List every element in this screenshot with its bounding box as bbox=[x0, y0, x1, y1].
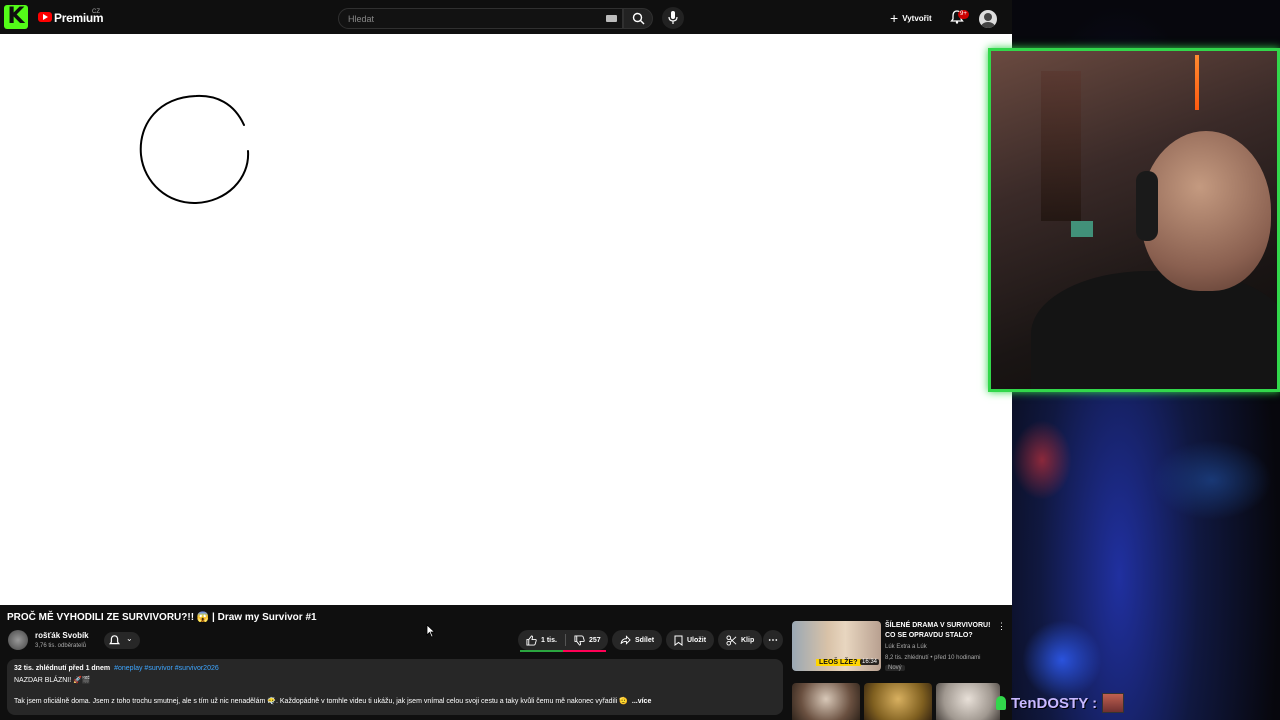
bookmark-icon bbox=[674, 635, 683, 646]
search-button[interactable] bbox=[623, 8, 653, 29]
recommended-views: 8,2 tis. zhlédnutí • před 10 hodinami bbox=[885, 655, 981, 661]
kick-logo-icon: K bbox=[4, 5, 28, 29]
background-glow-blue bbox=[1152, 440, 1272, 520]
recommended-thumbnail[interactable] bbox=[792, 683, 860, 720]
create-label: Vytvořit bbox=[902, 13, 932, 23]
search-input[interactable]: Hledat bbox=[338, 8, 623, 29]
youtube-logo-icon[interactable] bbox=[38, 12, 52, 22]
channel-avatar[interactable] bbox=[8, 630, 28, 650]
streamer-head bbox=[1141, 131, 1271, 291]
webcam-teal-light bbox=[1071, 221, 1093, 237]
region-label: CZ bbox=[92, 9, 100, 15]
save-button[interactable]: Uložit bbox=[666, 630, 715, 650]
bell-icon bbox=[109, 635, 120, 645]
more-actions-button[interactable]: ⋯ bbox=[763, 630, 783, 650]
recommended-thumbnail[interactable] bbox=[936, 683, 1000, 720]
recommended-channel[interactable]: Lúk Extra a Lúk bbox=[885, 644, 927, 650]
like-button[interactable]: 1 tis. bbox=[518, 634, 557, 646]
views-and-date: 32 tis. zhlédnutí před 1 dnem bbox=[14, 665, 111, 672]
chat-badge-icon bbox=[996, 696, 1006, 710]
subscriber-count: 3,76 tis. odběratelů bbox=[35, 643, 87, 649]
youtube-header: K Premium CZ Hledat + Vytvořit 9+ bbox=[0, 0, 1012, 34]
plus-icon: + bbox=[890, 10, 899, 26]
search-icon bbox=[632, 12, 645, 25]
video-info-panel: PROČ MĚ VYHODILI ZE SURVIVORU?!! 😱 | Dra… bbox=[0, 605, 1012, 720]
description-body: Tak jsem oficiálně doma. Jsem z toho tro… bbox=[14, 698, 628, 705]
kebab-menu-icon[interactable]: ⋮ bbox=[997, 621, 1006, 632]
recommended-video-title[interactable]: ŠÍLENÉ DRAMA V SURVIVORU! CO SE OPRAVDU … bbox=[885, 621, 993, 641]
new-badge: Nový bbox=[885, 665, 905, 671]
like-ratio-bar bbox=[520, 650, 606, 652]
screen: K Premium CZ Hledat + Vytvořit 9+ PROČ M… bbox=[0, 0, 1280, 720]
create-button[interactable]: + Vytvořit bbox=[890, 9, 932, 27]
notification-badge: 9+ bbox=[958, 10, 969, 19]
save-label: Uložit bbox=[687, 636, 707, 644]
like-separator bbox=[564, 634, 566, 646]
thumbnail-caption: LEOŠ LŽE? bbox=[816, 659, 861, 666]
like-count: 1 tis. bbox=[541, 636, 557, 644]
streamer-body bbox=[1031, 271, 1277, 389]
headphones bbox=[1136, 171, 1158, 241]
chat-emote-icon bbox=[1102, 693, 1125, 713]
share-button[interactable]: Sdílet bbox=[612, 630, 663, 650]
voice-search-button[interactable] bbox=[662, 7, 684, 29]
description-greeting: NAZDAR BLÁZNI! 🚀🎬 bbox=[14, 677, 91, 684]
keyboard-icon[interactable] bbox=[606, 15, 617, 22]
recommended-thumbnail[interactable] bbox=[864, 683, 932, 720]
show-more-link[interactable]: ...více bbox=[632, 698, 651, 705]
description-meta: 32 tis. zhlédnutí před 1 dnem #oneplay #s… bbox=[14, 665, 219, 672]
scissors-icon bbox=[726, 634, 737, 646]
mouse-cursor-icon bbox=[426, 624, 436, 638]
webcam-orange-light bbox=[1195, 55, 1199, 110]
chat-username: TenDOSTY : bbox=[1011, 694, 1098, 712]
clip-label: Klip bbox=[741, 636, 755, 644]
background-glow-red bbox=[1012, 420, 1072, 500]
hashtags[interactable]: #oneplay #survivor #survivor2026 bbox=[114, 665, 219, 672]
video-title: PROČ MĚ VYHODILI ZE SURVIVORU?!! 😱 | Dra… bbox=[7, 612, 317, 623]
description-text: Tak jsem oficiálně doma. Jsem z toho tro… bbox=[14, 697, 651, 705]
video-player[interactable] bbox=[0, 34, 1012, 605]
share-icon bbox=[620, 635, 631, 645]
webcam-background-prop bbox=[1041, 71, 1081, 221]
chat-overlay: TenDOSTY : bbox=[996, 692, 1125, 714]
subscription-bell-button[interactable]: ⌄ bbox=[104, 632, 140, 649]
share-label: Sdílet bbox=[635, 636, 655, 644]
description-box[interactable]: 32 tis. zhlédnutí před 1 dnem #oneplay #s… bbox=[7, 659, 783, 715]
dislike-button[interactable]: 257 bbox=[574, 634, 601, 646]
search-placeholder: Hledat bbox=[348, 14, 375, 24]
chevron-down-icon: ⌄ bbox=[126, 634, 133, 643]
channel-name[interactable]: rošťák Svobík bbox=[35, 631, 89, 640]
thumbs-up-icon bbox=[526, 634, 537, 646]
thumbs-down-icon bbox=[574, 634, 585, 646]
like-dislike-group: 1 tis. 257 bbox=[518, 630, 608, 652]
account-icon[interactable] bbox=[979, 10, 997, 28]
clip-button[interactable]: Klip bbox=[718, 630, 763, 650]
mic-icon bbox=[668, 11, 678, 24]
video-duration: 16:34 bbox=[860, 659, 880, 665]
background-glow-light bbox=[1022, 620, 1102, 700]
dislike-count: 257 bbox=[588, 636, 601, 644]
drawn-circle bbox=[139, 94, 250, 205]
webcam-overlay bbox=[988, 48, 1280, 392]
more-icon: ⋯ bbox=[768, 634, 778, 646]
